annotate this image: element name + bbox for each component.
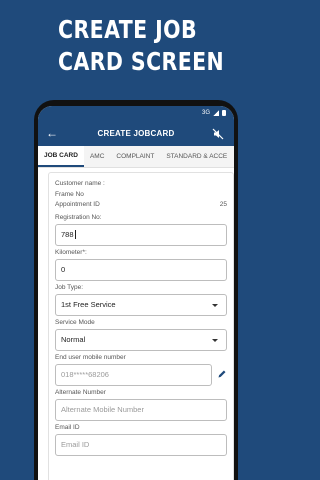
job-card-form: Customer name : Frame No Appointment ID … xyxy=(48,172,234,480)
mobile-value: 018*****68206 xyxy=(61,370,109,379)
page-title: CREATE JOBCARD xyxy=(97,128,175,138)
email-label: Email ID xyxy=(55,423,80,431)
registration-value: 788 xyxy=(61,230,74,239)
signal-icon xyxy=(213,110,219,116)
service-mode-label: Service Mode xyxy=(55,318,95,326)
alt-number-label: Alternate Number xyxy=(55,388,106,396)
edit-pencil-icon[interactable] xyxy=(217,369,227,379)
promo-headline: CREATE JOB CARD SCREEN xyxy=(58,14,224,78)
network-indicator: 3G xyxy=(201,110,210,116)
dropdown-arrow-icon xyxy=(212,303,218,307)
back-arrow-icon[interactable]: ← xyxy=(46,126,60,140)
headline-line-1: CREATE JOB xyxy=(58,15,198,44)
dropdown-arrow-icon xyxy=(212,338,218,342)
app-bar: ← CREATE JOBCARD xyxy=(38,120,234,146)
service-mode-select[interactable]: Normal xyxy=(55,328,227,351)
status-bar: 3G xyxy=(38,106,234,120)
appointment-id-value: 25 xyxy=(219,201,227,208)
appointment-id-label: Appointment ID xyxy=(55,201,100,208)
battery-icon xyxy=(222,110,226,116)
service-mode-value: Normal xyxy=(61,335,86,344)
registration-label: Registration No: xyxy=(55,213,102,221)
tab-standard-accessories[interactable]: STANDARD & ACCE xyxy=(160,146,233,167)
alt-number-placeholder: Alternate Mobile Number xyxy=(61,405,144,414)
mobile-label: End user mobile number xyxy=(55,353,126,361)
registration-input[interactable]: 788 xyxy=(55,223,227,246)
appointment-id-row: Appointment ID 25 xyxy=(55,200,227,211)
phone-screen: 3G ← CREATE JOBCARD JOB CARD AMC COMPLAI… xyxy=(38,106,234,480)
kilometer-input[interactable]: 0 xyxy=(55,258,227,281)
tab-bar: JOB CARD AMC COMPLAINT STANDARD & ACCE xyxy=(38,146,234,168)
email-input[interactable]: Email ID xyxy=(55,433,227,456)
text-cursor xyxy=(74,230,76,239)
job-type-value: 1st Free Service xyxy=(61,300,116,309)
phone-frame: 3G ← CREATE JOBCARD JOB CARD AMC COMPLAI… xyxy=(34,100,238,480)
mobile-row: 018*****68206 xyxy=(55,363,227,386)
job-type-select[interactable]: 1st Free Service xyxy=(55,293,227,316)
tab-amc[interactable]: AMC xyxy=(84,146,110,167)
tab-complaint[interactable]: COMPLAINT xyxy=(110,146,160,167)
email-placeholder: Email ID xyxy=(61,440,90,449)
frame-no-label: Frame No xyxy=(55,190,84,198)
job-type-label: Job Type: xyxy=(55,283,84,291)
mobile-input[interactable]: 018*****68206 xyxy=(55,363,212,386)
mute-icon[interactable] xyxy=(212,127,226,140)
headline-line-2: CARD SCREEN xyxy=(58,47,225,76)
alt-number-input[interactable]: Alternate Mobile Number xyxy=(55,398,227,421)
customer-name-label: Customer name : xyxy=(55,180,105,187)
kilometer-value: 0 xyxy=(61,265,66,274)
kilometer-label: Kilometer*: xyxy=(55,248,87,256)
tab-job-card[interactable]: JOB CARD xyxy=(38,146,84,167)
